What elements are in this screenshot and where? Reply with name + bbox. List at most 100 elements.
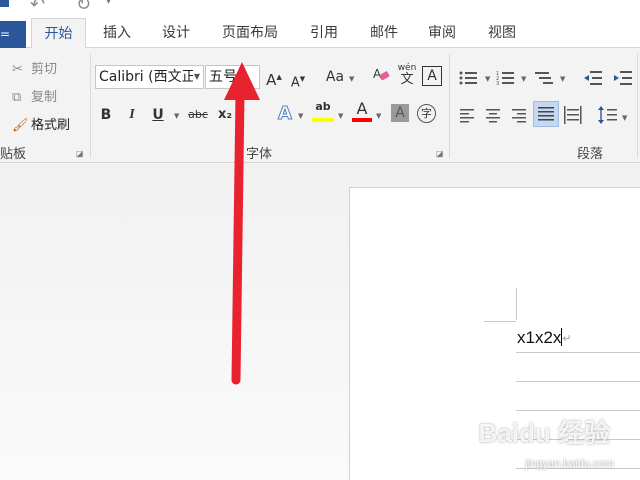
document-text-content: x1x2x (517, 328, 562, 347)
chevron-down-icon[interactable]: ▼ (338, 112, 343, 120)
clear-formatting-button[interactable]: A (372, 65, 390, 89)
copy-button[interactable]: ⧉ 复制 (12, 86, 57, 105)
line-spacing-button[interactable] (598, 106, 617, 124)
margin-corner-mark (484, 321, 516, 322)
font-launcher-icon[interactable]: ◪ (436, 149, 444, 158)
clipboard-launcher-icon[interactable]: ◪ (76, 149, 84, 158)
grow-font-button[interactable]: A▲ (266, 65, 282, 89)
decrease-indent-button[interactable] (584, 70, 602, 86)
tab-page-layout[interactable]: 页面布局 (212, 18, 288, 48)
multilevel-list-button[interactable] (535, 70, 553, 86)
align-center-icon (486, 109, 500, 123)
multilevel-list-icon (535, 72, 553, 84)
character-border-button[interactable]: A (422, 66, 442, 86)
format-painter-label: 格式刷 (31, 118, 71, 133)
align-center-button[interactable] (486, 108, 504, 124)
font-name-combo[interactable]: Calibri (西文正 ▼ (95, 65, 204, 89)
quick-access-toolbar: ↶ ↻ ▾ (0, 0, 640, 18)
highlight-button[interactable]: ab (312, 100, 334, 128)
highlight-icon: ab (315, 100, 331, 113)
chevron-down-icon[interactable]: ▼ (298, 112, 303, 120)
tab-insert[interactable]: 插入 (92, 18, 142, 48)
subscript-button[interactable]: x₂ (216, 103, 234, 127)
eraser-icon: A (373, 67, 390, 81)
font-name-value: Calibri (西文正 (99, 69, 193, 85)
chevron-down-icon[interactable]: ▼ (376, 112, 381, 120)
group-separator (449, 54, 450, 158)
tab-mailings[interactable]: 邮件 (358, 18, 410, 48)
character-border-icon: A (427, 68, 437, 84)
bullet-list-icon (459, 71, 477, 85)
font-group-label: 字体 (246, 147, 273, 162)
scissors-icon: ✂ (12, 62, 23, 77)
paintbrush-icon: 🖌 (12, 118, 29, 133)
tab-file[interactable]: = (0, 21, 26, 48)
format-painter-button[interactable]: 🖌 格式刷 (12, 114, 70, 133)
chevron-down-icon[interactable]: ▼ (560, 75, 565, 83)
font-size-value: 五号 (209, 69, 237, 85)
align-left-button[interactable] (460, 108, 478, 124)
cut-label: 剪切 (31, 62, 58, 77)
bullets-button[interactable] (459, 70, 477, 86)
phonetic-guide-button[interactable]: wén 文 (396, 62, 418, 92)
document-text[interactable]: x1x2x↵ (517, 328, 572, 348)
tab-home[interactable]: 开始 (31, 18, 86, 49)
baidu-watermark-logo: Baidu 经验 (478, 418, 610, 448)
numbered-list-icon: 1 2 3 (496, 71, 514, 87)
save-icon[interactable] (0, 0, 9, 7)
character-shading-button[interactable]: A (391, 104, 409, 122)
shrink-font-icon: A (290, 75, 300, 91)
chevron-down-icon[interactable]: ▼ (521, 75, 526, 83)
highlight-color-bar (312, 118, 334, 122)
text-line-rule (516, 381, 640, 382)
strikethrough-button[interactable]: abc (186, 103, 210, 127)
chevron-down-icon[interactable]: ▼ (622, 114, 627, 122)
cut-button[interactable]: ✂ 剪切 (12, 58, 57, 77)
svg-text:3: 3 (496, 81, 499, 86)
chevron-down-icon[interactable]: ▼ (349, 75, 354, 83)
distributed-button[interactable] (564, 106, 582, 124)
distributed-icon (564, 106, 582, 124)
clipboard-group-label: 贴板 (0, 147, 27, 162)
text-effects-icon: A (278, 103, 293, 125)
align-left-icon (460, 109, 474, 123)
line-spacing-icon (598, 106, 617, 124)
text-line-rule (516, 352, 640, 353)
paragraph-mark: ↵ (562, 333, 572, 345)
chevron-down-icon[interactable]: ▼ (174, 112, 179, 120)
align-right-icon (512, 109, 526, 123)
group-separator (637, 54, 638, 158)
italic-button[interactable]: I (124, 103, 140, 127)
redo-icon[interactable]: ↻ (76, 0, 91, 15)
enclose-characters-button[interactable]: 字 (417, 104, 436, 123)
chevron-down-icon[interactable]: ▼ (485, 75, 490, 83)
bold-button[interactable]: B (98, 103, 114, 127)
customize-toolbar-icon[interactable]: ▾ (106, 0, 111, 7)
justify-button[interactable] (533, 101, 559, 127)
paragraph-group-label: 段落 (577, 147, 604, 162)
numbering-button[interactable]: 1 2 3 (496, 70, 514, 87)
undo-icon[interactable]: ↶ (30, 0, 45, 15)
copy-label: 复制 (31, 90, 58, 105)
tab-references[interactable]: 引用 (298, 18, 350, 48)
underline-button[interactable]: U (150, 103, 166, 127)
tab-review[interactable]: 审阅 (416, 18, 468, 48)
character-shading-icon: A (395, 105, 405, 121)
margin-corner-mark (516, 288, 517, 320)
font-color-button[interactable]: A (352, 100, 372, 128)
font-color-icon: A (356, 99, 368, 118)
shrink-font-button[interactable]: A▼ (290, 67, 306, 91)
tab-design[interactable]: 设计 (150, 18, 202, 48)
chevron-down-icon[interactable]: ▼ (192, 66, 202, 88)
increase-indent-button[interactable] (614, 70, 632, 86)
phonetic-bottom-label: 文 (400, 72, 414, 87)
justify-icon (538, 107, 554, 121)
text-effects-button[interactable]: A (276, 102, 294, 126)
change-case-button[interactable]: Aa (324, 65, 346, 89)
change-case-icon: Aa (325, 69, 345, 85)
align-right-button[interactable] (512, 108, 530, 124)
grow-font-icon: A (266, 71, 277, 89)
font-size-combo[interactable]: 五号 (205, 65, 260, 89)
tab-view[interactable]: 视图 (476, 18, 528, 48)
enclose-characters-icon: 字 (421, 107, 432, 120)
